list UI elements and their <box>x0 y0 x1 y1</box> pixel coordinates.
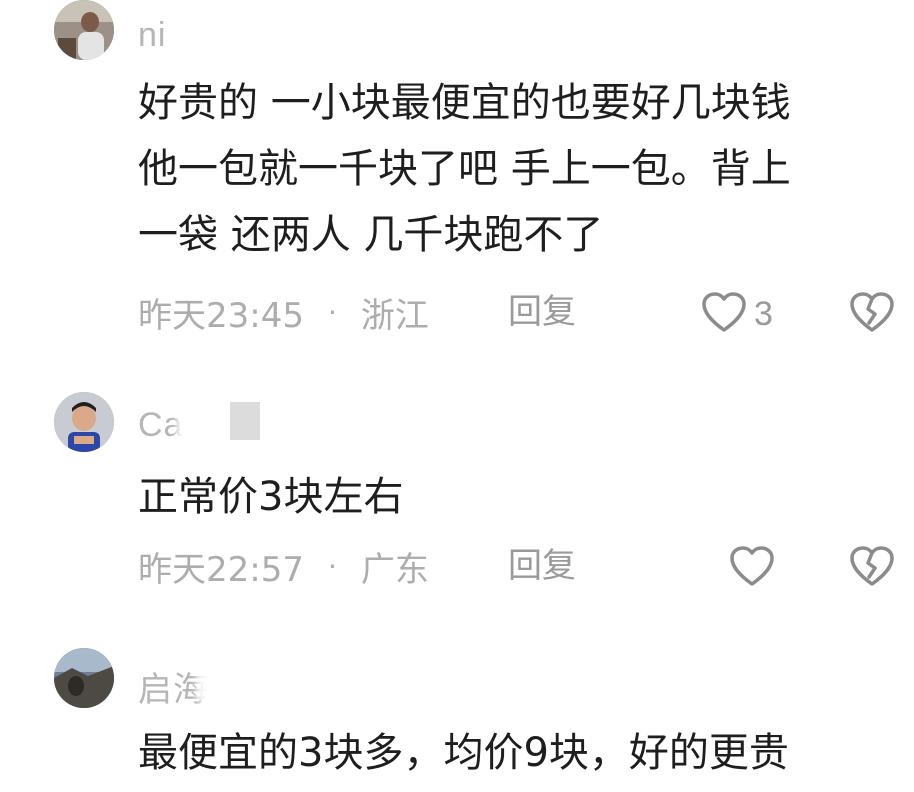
username-redaction <box>176 404 280 444</box>
dislike-button[interactable] <box>848 544 896 592</box>
separator-dot: · <box>327 549 337 583</box>
heart-outline-icon <box>728 544 776 592</box>
comment-time: 昨天23:45 <box>138 295 304 336</box>
username-redaction <box>180 14 290 54</box>
comment-text: 最便宜的3块多，均价9块，好的更贵 <box>138 720 878 786</box>
comment-time: 昨天22:57 <box>138 549 304 590</box>
username-redaction-box <box>230 402 260 440</box>
heart-outline-icon <box>700 290 748 338</box>
avatar[interactable] <box>54 392 114 452</box>
username[interactable]: ni <box>138 16 166 55</box>
broken-heart-icon <box>848 546 896 592</box>
comment-text: 好贵的 一小块最便宜的也要好几块钱 他一包就一千块了吧 手上一包。背上 一袋 还… <box>138 70 878 268</box>
comment-line: 最便宜的3块多，均价9块，好的更贵 <box>138 730 789 776</box>
comment-line: 他一包就一千块了吧 手上一包。背上 <box>138 146 791 192</box>
comment-text: 正常价3块左右 <box>138 464 878 530</box>
comment-line: 好贵的 一小块最便宜的也要好几块钱 <box>138 80 791 126</box>
like-button[interactable] <box>728 544 776 592</box>
comment-line: 一袋 还两人 几千块跑不了 <box>138 212 604 258</box>
username-redaction <box>196 662 296 702</box>
comment-line: 正常价3块左右 <box>138 474 404 520</box>
comment-meta: 昨天23:45 · 浙江 回复 <box>138 290 738 336</box>
broken-heart-icon <box>848 292 896 338</box>
separator-dot: · <box>327 295 337 329</box>
avatar[interactable] <box>54 0 114 60</box>
comment-meta: 昨天22:57 · 广东 回复 <box>138 544 738 590</box>
comment-location: 广东 <box>360 549 429 590</box>
avatar[interactable] <box>54 648 114 708</box>
reply-button[interactable]: 回复 <box>508 544 576 588</box>
reply-button[interactable]: 回复 <box>508 290 576 334</box>
like-button[interactable]: 3 <box>700 290 773 338</box>
dislike-button[interactable] <box>848 290 896 338</box>
comment-location: 浙江 <box>360 295 429 336</box>
like-count: 3 <box>754 294 773 333</box>
